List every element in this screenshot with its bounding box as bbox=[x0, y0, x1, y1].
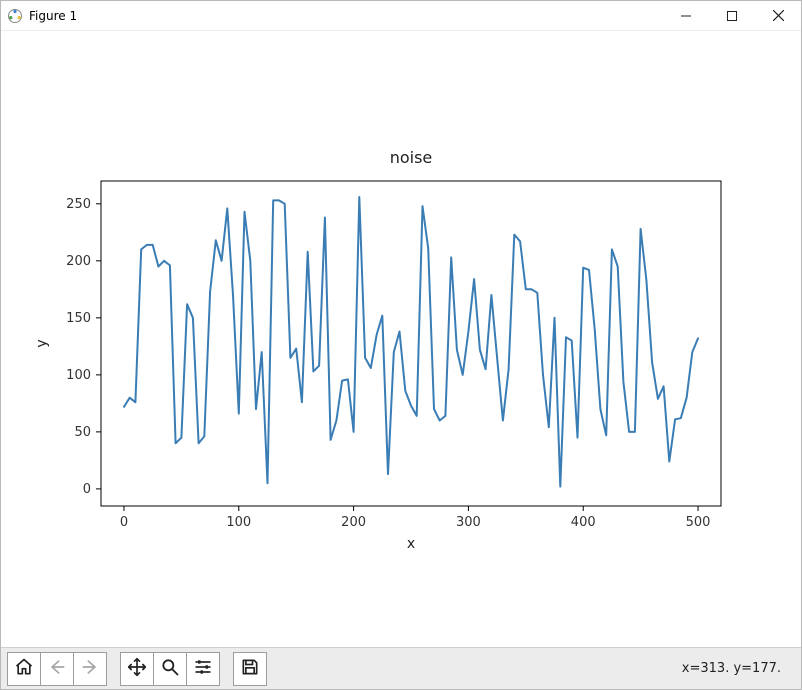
svg-text:0: 0 bbox=[83, 482, 91, 497]
sliders-icon bbox=[193, 657, 213, 681]
svg-text:100: 100 bbox=[66, 368, 91, 383]
window-titlebar: Figure 1 bbox=[1, 1, 801, 31]
plot-canvas[interactable]: 0 100 200 300 400 500 0 50 100 150 200 250 x y noise bbox=[1, 31, 801, 647]
y-axis-label: y bbox=[34, 339, 50, 347]
move-icon bbox=[127, 657, 147, 681]
window-minimize-button[interactable] bbox=[663, 1, 709, 31]
toolbar-home-button[interactable] bbox=[7, 652, 41, 686]
svg-text:200: 200 bbox=[66, 254, 91, 269]
svg-text:150: 150 bbox=[66, 311, 91, 326]
svg-text:200: 200 bbox=[341, 515, 366, 530]
matplotlib-toolbar: x=313. y=177. bbox=[1, 647, 801, 689]
toolbar-pan-button[interactable] bbox=[120, 652, 154, 686]
window-title: Figure 1 bbox=[29, 9, 77, 23]
arrow-right-icon bbox=[80, 657, 100, 681]
x-axis-label: x bbox=[407, 536, 415, 552]
svg-text:50: 50 bbox=[74, 425, 91, 440]
svg-text:400: 400 bbox=[571, 515, 596, 530]
toolbar-back-button[interactable] bbox=[40, 652, 74, 686]
save-icon bbox=[240, 657, 260, 681]
window-maximize-button[interactable] bbox=[709, 1, 755, 31]
toolbar-forward-button[interactable] bbox=[73, 652, 107, 686]
series-line bbox=[124, 197, 698, 487]
chart-title: noise bbox=[390, 148, 433, 167]
app-icon bbox=[7, 8, 23, 24]
window-close-button[interactable] bbox=[755, 1, 801, 31]
home-icon bbox=[14, 657, 34, 681]
chart-svg: 0 100 200 300 400 500 0 50 100 150 200 250 x y noise bbox=[1, 31, 801, 647]
svg-text:100: 100 bbox=[226, 515, 251, 530]
svg-text:0: 0 bbox=[120, 515, 128, 530]
toolbar-zoom-button[interactable] bbox=[153, 652, 187, 686]
svg-text:250: 250 bbox=[66, 197, 91, 212]
magnifier-icon bbox=[160, 657, 180, 681]
svg-text:300: 300 bbox=[456, 515, 481, 530]
toolbar-save-button[interactable] bbox=[233, 652, 267, 686]
svg-text:500: 500 bbox=[686, 515, 711, 530]
arrow-left-icon bbox=[47, 657, 67, 681]
cursor-coordinates: x=313. y=177. bbox=[682, 661, 795, 676]
toolbar-configure-button[interactable] bbox=[186, 652, 220, 686]
